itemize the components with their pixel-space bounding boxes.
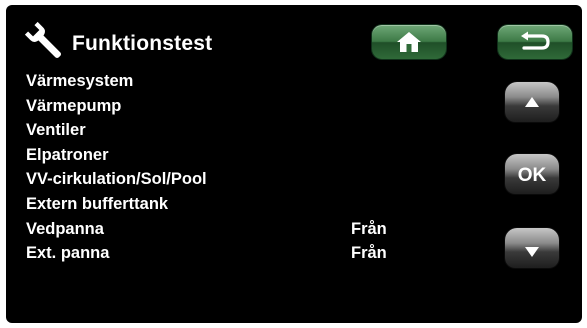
menu-item-value: Från <box>351 219 387 238</box>
menu-item-label: Extern bufferttank <box>26 194 169 213</box>
menu-item-label: Elpatroner <box>26 145 109 164</box>
back-button[interactable] <box>498 25 572 59</box>
wrench-icon <box>22 19 66 63</box>
menu-item-value: Från <box>351 244 387 263</box>
ok-label: OK <box>517 165 547 186</box>
arrow-up-icon <box>525 97 539 107</box>
menu-item-ventiler[interactable]: Ventiler <box>26 118 446 143</box>
arrow-down-icon <box>525 247 539 257</box>
menu-item-label: Värmesystem <box>26 72 134 90</box>
menu-item-ext-panna[interactable]: Ext. panna Från <box>26 241 446 266</box>
menu-item-vedpanna[interactable]: Vedpanna Från <box>26 217 446 242</box>
menu-item-varmepump[interactable]: Värmepump <box>26 94 446 119</box>
menu-item-elpatroner[interactable]: Elpatroner <box>26 143 446 168</box>
screen: Funktionstest Värmesystem Värmepump Vent… <box>6 5 582 323</box>
back-arrow-icon <box>521 31 550 50</box>
home-button[interactable] <box>372 25 446 59</box>
home-icon <box>397 32 421 52</box>
page-title: Funktionstest <box>72 32 213 55</box>
scroll-down-button[interactable] <box>505 228 559 268</box>
menu-item-label: Ext. panna <box>26 244 110 263</box>
menu-item-extern-bufferttank[interactable]: Extern bufferttank <box>26 192 446 217</box>
function-test-menu: Värmesystem Värmepump Ventiler Elpatrone… <box>26 69 446 266</box>
menu-item-label: Vedpanna <box>26 219 104 238</box>
menu-item-varmesystem[interactable]: Värmesystem <box>26 69 446 94</box>
ok-button[interactable]: OK <box>505 154 559 194</box>
menu-item-vv-cirkulation[interactable]: VV-cirkulation/Sol/Pool <box>26 167 446 192</box>
menu-item-label: VV-cirkulation/Sol/Pool <box>26 170 207 189</box>
scroll-up-button[interactable] <box>505 82 559 122</box>
menu-item-label: Värmepump <box>26 96 122 115</box>
menu-item-label: Ventiler <box>26 121 86 140</box>
